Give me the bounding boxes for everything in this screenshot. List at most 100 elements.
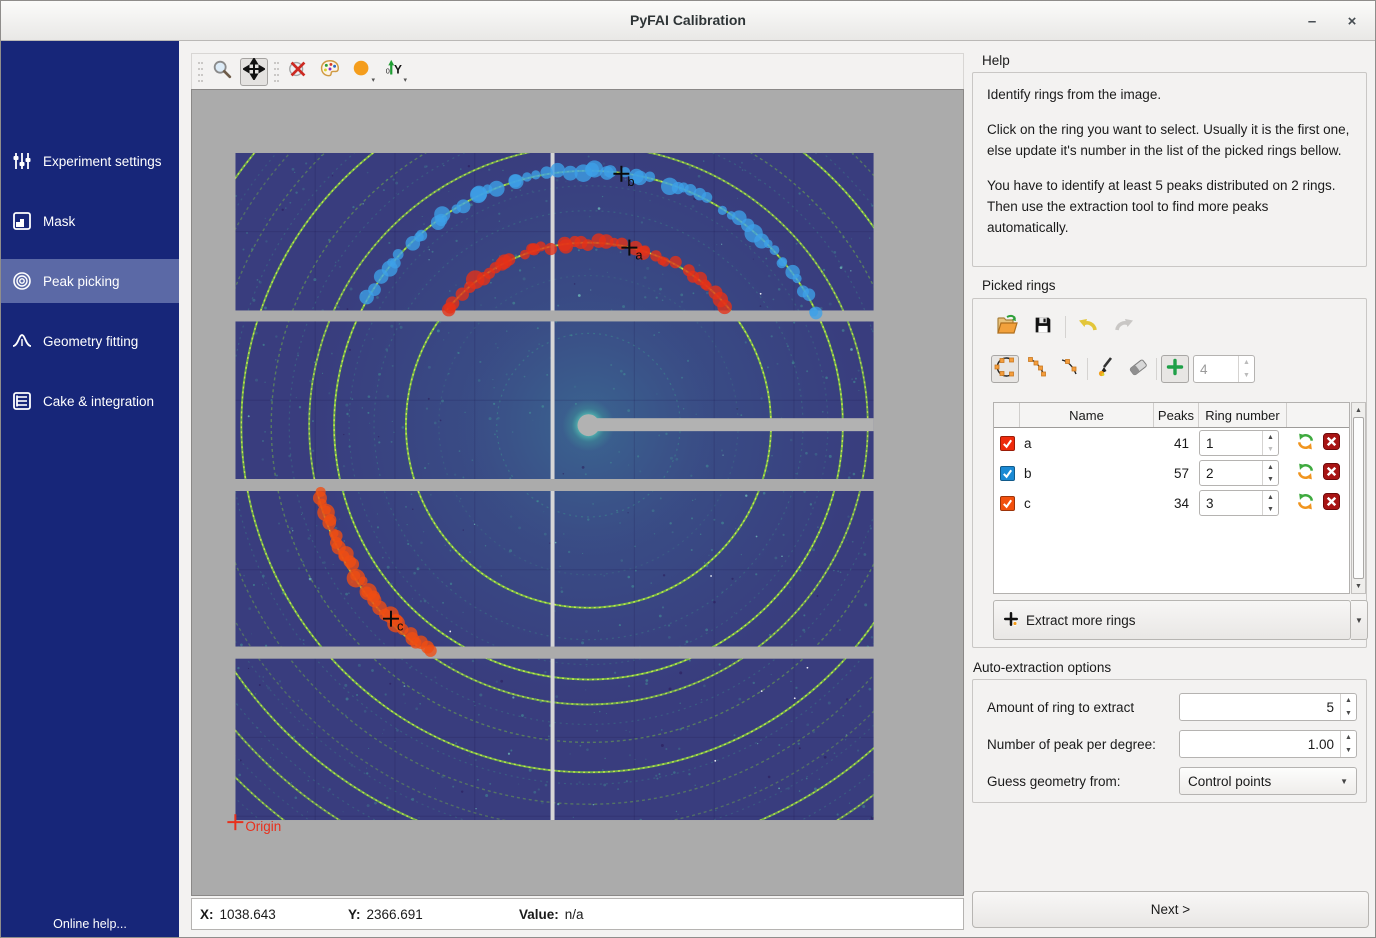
peaks-per-degree-row: Number of peak per degree: 1.00▲▼ [987,730,1357,758]
save-button[interactable] [1029,313,1057,341]
open-button[interactable] [993,313,1021,341]
svg-text:b: b [627,174,634,189]
delete-ring-icon[interactable] [1323,463,1340,483]
ring-visible-checkbox[interactable] [1000,466,1015,481]
toolbar-separator [1156,358,1157,380]
marker-color-button[interactable]: ▾ [348,58,376,86]
toolbar-separator [1065,316,1066,338]
sidebar-item-mask[interactable]: Mask [1,199,179,243]
add-ring-button[interactable] [1161,355,1189,383]
spin-down-icon[interactable]: ▼ [1341,744,1356,757]
spin-up-icon[interactable]: ▲ [1263,491,1278,503]
y-axis-orientation-button[interactable]: 0Y ▾ [380,58,408,86]
close-button[interactable]: × [1339,9,1365,33]
amount-of-rings-value: 5 [1180,694,1340,720]
ring-number-value: 3 [1200,491,1262,515]
ring-number-spinbox[interactable]: 2▲▼ [1199,460,1279,486]
remove-marker-button[interactable] [284,58,312,86]
status-value-label: Value: [519,907,559,922]
guess-geometry-combobox[interactable]: Control points▼ [1179,767,1357,795]
detector-image: abcOrigin [192,90,963,895]
pan-mode-button[interactable] [240,58,268,86]
delete-ring-icon[interactable] [1323,433,1340,453]
ring-visible-checkbox[interactable] [1000,496,1015,511]
table-header: Name Peaks Ring number [994,403,1349,428]
right-panel: Help Identify rings from the image. Clic… [964,41,1376,938]
sidebar-item-geometry-fitting[interactable]: Geometry fitting [1,319,179,363]
sidebar-item-label: Cake & integration [43,394,154,409]
point-tool-button[interactable] [1055,355,1083,383]
next-button[interactable]: Next > [972,891,1369,928]
diffraction-image-canvas[interactable]: abcOrigin [191,89,964,896]
ring-number-value: 1 [1200,431,1262,455]
refresh-ring-icon[interactable] [1296,492,1315,514]
spin-down-icon[interactable]: ▼ [1341,707,1356,720]
redo-button[interactable] [1110,313,1138,341]
spin-down-icon[interactable]: ▼ [1263,503,1278,515]
colormap-button[interactable] [316,58,344,86]
scrollbar-thumb[interactable] [1353,417,1364,579]
ring-visible-checkbox[interactable] [1000,436,1015,451]
sidebar-item-label: Geometry fitting [43,334,138,349]
arc-tool-button[interactable] [1023,355,1051,383]
svg-text:Origin: Origin [245,819,281,834]
peaks-per-degree-spinbox[interactable]: 1.00▲▼ [1179,730,1357,758]
spin-up-icon[interactable]: ▲ [1263,461,1278,473]
undo-button[interactable] [1074,313,1102,341]
picked-rings-box: 4 ▲▼ Name Peaks Ring number a 41 1▲▼ [972,298,1367,648]
sidebar-item-cake-integration[interactable]: Cake & integration [1,379,179,423]
extract-options-dropdown[interactable]: ▼ [1351,600,1368,640]
toolbar-grip[interactable] [272,60,280,84]
table-scrollbar[interactable]: ▲ ▼ [1351,402,1366,594]
plus-icon [1165,357,1185,382]
scroll-up-icon[interactable]: ▲ [1352,403,1365,417]
ring-name: a [1020,436,1154,451]
move-arrows-icon [243,58,265,85]
new-ring-number-value: 4 [1194,356,1238,382]
toolbar-grip[interactable] [196,60,204,84]
table-row[interactable]: a 41 1▲▼ [994,428,1349,458]
scroll-down-icon[interactable]: ▼ [1352,579,1365,593]
brush-tool-button[interactable] [1092,355,1120,383]
spin-up-icon[interactable]: ▲ [1341,731,1356,744]
peaks-per-degree-label: Number of peak per degree: [987,737,1179,752]
amount-of-rings-spinbox[interactable]: 5▲▼ [1179,693,1357,721]
spin-down-icon[interactable]: ▼ [1263,443,1278,455]
extract-more-rings-button[interactable]: Extract more rings [993,600,1351,640]
ring-tool-button[interactable] [991,355,1019,383]
sidebar-item-peak-picking[interactable]: Peak picking [1,259,179,303]
column-header-check [994,403,1020,427]
concentric-rings-icon [11,270,33,292]
eraser-tool-button[interactable] [1124,355,1152,383]
sidebar-item-label: Mask [43,214,75,229]
refresh-ring-icon[interactable] [1296,432,1315,454]
table-row[interactable]: b 57 2▲▼ [994,458,1349,488]
point-tool-icon [1057,355,1081,384]
spin-down-icon[interactable]: ▼ [1239,369,1254,382]
svg-text:Y: Y [394,63,402,77]
sidebar-item-experiment-settings[interactable]: Experiment settings [1,139,179,183]
delete-ring-icon[interactable] [1323,493,1340,513]
zoom-mode-button[interactable] [208,58,236,86]
palette-icon [319,58,341,85]
spin-up-icon[interactable]: ▲ [1341,694,1356,707]
guess-geometry-value: Control points [1188,774,1340,789]
ring-name: c [1020,496,1154,511]
table-row[interactable]: c 34 3▲▼ [994,488,1349,518]
brush-tool-icon [1094,355,1118,384]
integration-icon [11,390,33,412]
ring-peaks-count: 57 [1154,466,1199,481]
online-help-link[interactable]: Online help... [1,917,179,931]
ring-number-spinbox[interactable]: 3▲▼ [1199,490,1279,516]
picked-rings-table: Name Peaks Ring number a 41 1▲▼ [993,402,1350,594]
spin-down-icon[interactable]: ▼ [1263,473,1278,485]
sliders-icon [11,150,33,172]
refresh-ring-icon[interactable] [1296,462,1315,484]
ring-number-spinbox[interactable]: 1▲▼ [1199,430,1279,456]
spin-up-icon[interactable]: ▲ [1239,356,1254,369]
spin-up-icon[interactable]: ▲ [1263,431,1278,443]
minimize-button[interactable]: – [1299,9,1325,33]
ring-name: b [1020,466,1154,481]
svg-text:c: c [397,619,404,634]
new-ring-number-spinbox[interactable]: 4 ▲▼ [1193,355,1255,383]
